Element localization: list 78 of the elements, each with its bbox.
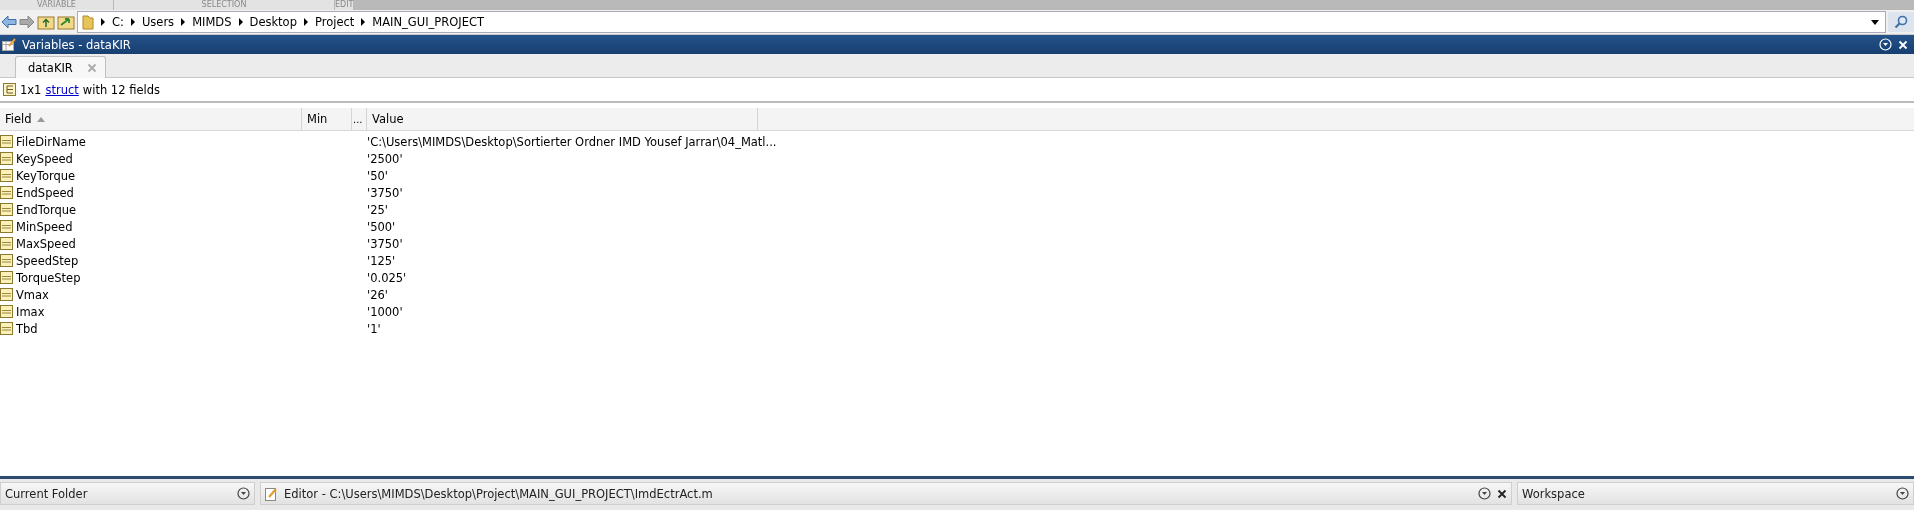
breadcrumb-arrow-icon[interactable] (238, 18, 243, 26)
close-icon[interactable] (1497, 488, 1507, 499)
column-header[interactable]: Min (302, 108, 352, 130)
pencil-document-icon (265, 486, 278, 501)
struct-link[interactable]: struct (45, 82, 79, 97)
address-field[interactable]: C: Users MIMDS Desktop Project MAIN_GUI_PROJECT (77, 11, 1886, 33)
breadcrumb-arrow-icon[interactable] (130, 18, 135, 26)
text-variable-icon (0, 288, 13, 301)
breadcrumb-arrow-icon[interactable] (181, 18, 186, 26)
breadcrumb-item[interactable]: Desktop (249, 15, 297, 29)
table-cell-text: '500' (367, 219, 397, 234)
search-button[interactable] (1888, 12, 1914, 32)
table-edit-icon (2, 38, 16, 51)
table-cell-text: '50' (367, 168, 389, 183)
table-cell: EndSpeed (16, 185, 74, 200)
table-cell-text: '3750' (367, 236, 404, 251)
text-variable-icon (0, 169, 13, 182)
table-cell: Imax (16, 304, 45, 319)
folder-icon (82, 14, 94, 30)
column-header[interactable]: Value (367, 108, 758, 130)
table-cell-text: '26' (367, 287, 389, 302)
fields-count-label: with 12 fields (82, 82, 160, 97)
table-cell-text: '25' (367, 202, 389, 217)
text-variable-icon (0, 220, 13, 233)
panel-title: Workspace (1522, 486, 1585, 501)
column-header[interactable]: ... (352, 108, 367, 130)
table-cell-text: '1' (367, 321, 382, 336)
text-variable-icon (0, 203, 13, 216)
table-cell-text: 'C:\Users\MIMDS\Desktop\Sortierter Ordner IMD Yousef Jarrar\04_Matl... (367, 134, 778, 149)
panel-title: Current Folder (5, 486, 88, 501)
struct-icon (3, 83, 16, 96)
text-variable-icon (0, 152, 13, 165)
text-variable-icon (0, 135, 13, 148)
table-cell: KeySpeed (16, 151, 73, 166)
breadcrumb-item[interactable]: MAIN_GUI_PROJECT (372, 15, 485, 29)
table-cell: Vmax (16, 287, 49, 302)
table-cell: FileDirName (16, 134, 86, 149)
table-cell-text: '125' (367, 253, 397, 268)
text-variable-icon (0, 271, 13, 284)
forward-arrow-icon[interactable] (19, 15, 35, 29)
breadcrumb-arrow-icon[interactable] (303, 18, 308, 26)
sort-arrow-icon (36, 116, 45, 122)
folder-up-icon[interactable] (37, 14, 55, 30)
table-cell: Tbd (16, 321, 38, 336)
panel-title: Editor - C:\Users\MIMDS\Desktop\Project\MAIN_GUI_PROJECT\ImdEctrAct.m (284, 486, 713, 501)
dropdown-icon[interactable] (237, 487, 250, 500)
text-variable-icon (0, 254, 13, 267)
dropdown-icon[interactable] (1478, 487, 1491, 500)
back-arrow-icon[interactable] (1, 15, 17, 29)
breadcrumb-item[interactable]: MIMDS (192, 15, 232, 29)
size-label: 1x1 (20, 82, 42, 97)
dropdown-arrow-icon[interactable] (1871, 19, 1879, 25)
table-cell-text: '1000' (367, 304, 404, 319)
text-variable-icon (0, 322, 13, 335)
table-cell: EndTorque (16, 202, 77, 217)
breadcrumb-item[interactable]: C: (112, 15, 124, 29)
table-cell: MaxSpeed (16, 236, 76, 251)
table-cell: KeyTorque (16, 168, 76, 183)
table-cell-text: '2500' (367, 151, 404, 166)
text-variable-icon (0, 237, 13, 250)
column-header[interactable]: Field (0, 108, 302, 130)
document-tab[interactable]: dataKIR (15, 56, 106, 78)
table-cell-text: '0.025' (367, 270, 408, 285)
ribbon-section-label: SELECTION (114, 0, 335, 10)
browse-folder-icon[interactable] (57, 14, 75, 30)
text-variable-icon (0, 186, 13, 199)
table-cell: MinSpeed (16, 219, 73, 234)
table-cell: TorqueStep (16, 270, 81, 285)
search-icon (1894, 15, 1908, 29)
breadcrumb-item[interactable]: Project (314, 15, 355, 29)
breadcrumb-arrow-icon[interactable] (361, 18, 366, 26)
breadcrumb-arrow-icon[interactable] (101, 18, 105, 26)
table-cell-text: '3750' (367, 185, 404, 200)
table-cell: SpeedStep (16, 253, 79, 268)
dropdown-icon[interactable] (1896, 487, 1909, 500)
text-variable-icon (0, 305, 13, 318)
breadcrumb-item[interactable]: Users (141, 15, 175, 29)
panel-title: Variables - dataKIR (22, 37, 131, 52)
